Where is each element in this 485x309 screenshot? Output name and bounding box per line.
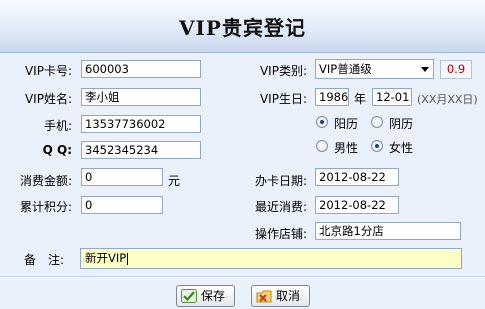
card-date-label: 办卡日期: (254, 174, 307, 188)
text-caret (127, 252, 129, 265)
last-purchase-field[interactable]: 2012-08-22 (315, 196, 399, 214)
cancel-button[interactable]: 取消 (251, 285, 310, 307)
solar-calendar-label: 阳历 (334, 117, 359, 131)
save-button-label: 保存 (201, 289, 226, 303)
female-label: 女性 (389, 141, 414, 155)
year-unit: 年 (354, 92, 367, 106)
card-no-label: VIP卡号: (24, 64, 72, 78)
discount-rate: 0.9 (440, 60, 472, 79)
type-label: VIP类别: (259, 64, 307, 78)
save-button[interactable]: 保存 (176, 285, 235, 307)
phone-field[interactable]: 13537736002 (81, 115, 201, 133)
amount-label: 消费金额: (19, 174, 72, 188)
male-label: 男性 (334, 141, 359, 155)
female-radio[interactable] (371, 140, 383, 152)
card-date-field[interactable]: 2012-08-22 (315, 168, 399, 186)
note-text: 新开VIP (85, 251, 127, 265)
name-field[interactable]: 李小姐 (81, 88, 201, 106)
type-select-value: VIP普通级 (319, 62, 372, 76)
lunar-calendar-radio[interactable] (371, 116, 383, 128)
phone-label: 手机: (43, 119, 72, 133)
birthday-label: VIP生日: (259, 92, 307, 106)
checkmark-icon (181, 289, 197, 303)
amount-unit: 元 (168, 174, 181, 188)
qq-field[interactable]: 3452345234 (81, 141, 201, 159)
note-field[interactable]: 新开VIP (80, 248, 462, 269)
store-field[interactable]: 北京路1分店 (315, 222, 461, 240)
divider (0, 276, 485, 277)
male-radio[interactable] (316, 140, 328, 152)
qq-label: Q Q: (42, 143, 72, 157)
chevron-down-icon (421, 67, 429, 72)
card-no-field[interactable]: 600003 (81, 60, 201, 78)
store-label: 操作店铺: (254, 227, 307, 241)
solar-calendar-radio[interactable] (316, 116, 328, 128)
lunar-calendar-label: 阴历 (389, 117, 414, 131)
points-label: 累计积分: (19, 200, 72, 214)
birth-date-hint: (XX月XX日) (417, 93, 478, 106)
birth-year-field[interactable]: 1986 (315, 88, 349, 106)
cancel-icon (256, 290, 272, 303)
name-label: VIP姓名: (24, 92, 72, 106)
note-label: 备 注: (24, 253, 65, 267)
birth-date-field[interactable]: 12-01 (372, 88, 412, 106)
last-purchase-label: 最近消费: (254, 200, 307, 214)
cancel-button-label: 取消 (276, 289, 301, 303)
title-bar: VIP贵宾登记 (0, 0, 485, 53)
points-field[interactable]: 0 (81, 196, 163, 214)
amount-field[interactable]: 0 (81, 168, 163, 186)
page-title: VIP贵宾登记 (179, 16, 306, 40)
type-select[interactable]: VIP普通级 (315, 59, 434, 79)
